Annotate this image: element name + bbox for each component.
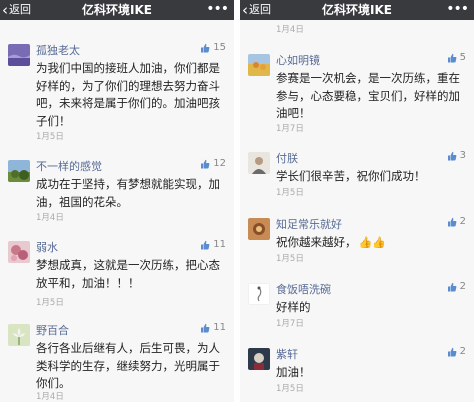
avatar[interactable] xyxy=(248,152,270,174)
avatar[interactable] xyxy=(8,241,30,263)
avatar[interactable] xyxy=(248,218,270,240)
thumbs-up-emoji: 👍👍 xyxy=(358,236,386,249)
like-count: 5 xyxy=(459,52,466,63)
comment-date: 1月5日 xyxy=(276,384,304,394)
commenter-name[interactable]: 野百合 xyxy=(36,322,69,338)
comment-text: 为我们中国的接班人加油，你们都是好样的，为了你们的理想去努力奋斗吧，未来将是属于… xyxy=(36,61,220,128)
like-count: 12 xyxy=(213,158,226,169)
comment-text: 祝你越来越好， 👍👍 xyxy=(276,234,464,252)
like-count: 2 xyxy=(459,216,466,227)
commenter-name[interactable]: 食饭唔洗碗 xyxy=(276,281,331,297)
like-button[interactable]: 2 xyxy=(447,281,466,292)
like-count: 3 xyxy=(459,150,466,161)
avatar[interactable] xyxy=(8,44,30,66)
like-count: 11 xyxy=(213,239,226,250)
avatar[interactable] xyxy=(248,283,270,305)
comment-text: 参赛是一次机会，是一次历练，重在参与，心态要稳，宝贝们，好样的加油吧！ xyxy=(276,71,460,120)
back-label: 返回 xyxy=(249,3,271,16)
chevron-left-icon: ‹ xyxy=(2,1,8,19)
like-button[interactable]: 3 xyxy=(447,150,466,161)
like-count: 2 xyxy=(459,281,466,292)
back-button[interactable]: ‹ 返回 xyxy=(2,0,31,20)
back-label: 返回 xyxy=(9,3,31,16)
comment-text: 各行各业后继有人，后生可畏，为人类科学的生存，继续努力，光明属于你们。 xyxy=(36,341,220,390)
like-button[interactable]: 2 xyxy=(447,216,466,227)
thumbs-up-icon xyxy=(201,43,210,52)
thumbs-up-icon xyxy=(447,347,457,356)
comment-text: 好样的 xyxy=(276,300,311,314)
thumbs-up-icon xyxy=(447,53,457,62)
thumbs-up-icon xyxy=(447,151,457,160)
like-button[interactable]: 12 xyxy=(200,158,226,169)
page-title: 亿科环境IKE xyxy=(322,3,392,17)
commenter-name[interactable]: 心如明镜 xyxy=(276,52,320,68)
like-button[interactable]: 15 xyxy=(200,42,226,53)
commenter-name[interactable]: 付朕 xyxy=(276,150,298,166)
avatar[interactable] xyxy=(248,54,270,76)
like-count: 15 xyxy=(213,42,226,53)
comment-date: 1月4日 xyxy=(276,25,304,35)
comment-text: 加油！ xyxy=(276,365,311,379)
thumbs-up-icon xyxy=(447,217,457,226)
more-dots-icon[interactable]: ••• xyxy=(446,0,469,20)
commenter-name[interactable]: 紫轩 xyxy=(276,346,298,362)
like-button[interactable]: 2 xyxy=(447,346,466,357)
comment-date: 1月4日 xyxy=(36,392,64,402)
thumbs-up-icon xyxy=(447,282,457,291)
commenter-name[interactable]: 孤独老太 xyxy=(36,42,80,58)
comment-date: 1月5日 xyxy=(36,132,64,142)
like-button[interactable]: 5 xyxy=(447,52,466,63)
chevron-left-icon: ‹ xyxy=(242,1,248,19)
comment-date: 1月7日 xyxy=(276,319,304,329)
back-button[interactable]: ‹ 返回 xyxy=(242,0,271,20)
like-count: 2 xyxy=(459,346,466,357)
avatar[interactable] xyxy=(8,160,30,182)
avatar[interactable] xyxy=(248,348,270,370)
comment-date: 1月5日 xyxy=(36,298,64,308)
comment-date: 1月7日 xyxy=(276,124,304,134)
thumbs-up-icon xyxy=(201,323,210,332)
thumbs-up-icon xyxy=(201,240,210,249)
left-screenshot: ‹ 返回 亿科环境IKE ••• 孤独老太 15 为我们中国的接班人加油，你们都… xyxy=(0,0,234,402)
like-button[interactable]: 11 xyxy=(200,239,226,250)
nav-bar: ‹ 返回 亿科环境IKE ••• xyxy=(240,0,474,20)
comment-date: 1月4日 xyxy=(36,213,64,223)
avatar[interactable] xyxy=(8,324,30,346)
more-dots-icon[interactable]: ••• xyxy=(206,0,229,20)
like-button[interactable]: 11 xyxy=(200,322,226,333)
page-title: 亿科环境IKE xyxy=(82,3,152,17)
nav-bar: ‹ 返回 亿科环境IKE ••• xyxy=(0,0,234,20)
right-screenshot: ‹ 返回 亿科环境IKE ••• 1月4日 心如明镜 5 参赛是一次机会，是一次… xyxy=(240,0,474,402)
commenter-name[interactable]: 知足常乐就好 xyxy=(276,216,342,232)
comment-text: 学长们很辛苦，祝你们成功！ xyxy=(276,169,426,183)
thumbs-up-icon xyxy=(201,159,210,168)
commenter-name[interactable]: 不一样的感觉 xyxy=(36,158,102,174)
comment-text-body: 祝你越来越好， xyxy=(276,235,357,249)
comment-text: 梦想成真，这就是一次历练，把心态放平和，加油！！！ xyxy=(36,258,220,290)
comment-text: 成功在于坚持，有梦想就能实现，加油，祖国的花朵。 xyxy=(36,177,220,209)
comment-date: 1月5日 xyxy=(276,254,304,264)
like-count: 11 xyxy=(213,322,226,333)
commenter-name[interactable]: 弱水 xyxy=(36,239,58,255)
comment-date: 1月5日 xyxy=(276,188,304,198)
